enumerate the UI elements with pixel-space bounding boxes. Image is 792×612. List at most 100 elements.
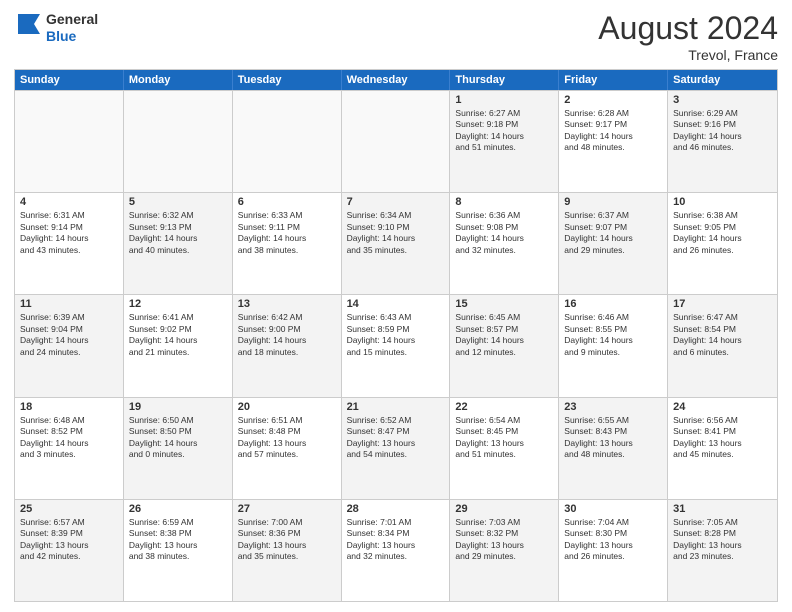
calendar-cell-5-3: 27Sunrise: 7:00 AM Sunset: 8:36 PM Dayli…	[233, 500, 342, 601]
calendar-cell-4-4: 21 Sunrise: 6:52 AM Sunset: 8:47 PM Dayli…	[342, 398, 451, 499]
calendar-body: 1 Sunrise: 6:27 AM Sunset: 9:18 PM Daylig…	[15, 90, 777, 601]
cell-info-1: Sunrise: 6:27 AM Sunset: 9:18 PM Dayligh…	[455, 108, 553, 154]
cell-info-23: Sunrise: 6:55 AM Sunset: 8:43 PM Dayligh…	[564, 415, 662, 461]
cell-info-12: Sunrise: 6:41 AM Sunset: 9:02 PM Dayligh…	[129, 312, 227, 358]
day-number-17: 17	[673, 298, 772, 310]
header-tuesday: Tuesday	[233, 70, 342, 90]
cell-info-2: Sunrise: 6:28 AM Sunset: 9:17 PM Dayligh…	[564, 108, 662, 154]
calendar-cell-3-3: 13 Sunrise: 6:42 AM Sunset: 9:00 PM Dayli…	[233, 295, 342, 396]
day-number-2: 2	[564, 94, 662, 106]
calendar-cell-5-6: 30 Sunrise: 7:04 AM Sunset: 8:30 PM Dayli…	[559, 500, 668, 601]
calendar-cell-3-1: 11 Sunrise: 6:39 AM Sunset: 9:04 PM Dayli…	[15, 295, 124, 396]
month-year: August 2024	[598, 10, 778, 47]
calendar-header: Sunday Monday Tuesday Wednesday Thursday…	[15, 70, 777, 90]
calendar-cell-3-2: 12 Sunrise: 6:41 AM Sunset: 9:02 PM Dayli…	[124, 295, 233, 396]
calendar-cell-1-6: 2 Sunrise: 6:28 AM Sunset: 9:17 PM Daylig…	[559, 91, 668, 192]
calendar-cell-3-4: 14Sunrise: 6:43 AM Sunset: 8:59 PM Dayli…	[342, 295, 451, 396]
cell-info-9: Sunrise: 6:37 AM Sunset: 9:07 PM Dayligh…	[564, 210, 662, 256]
header-saturday: Saturday	[668, 70, 777, 90]
calendar-row-3: 11 Sunrise: 6:39 AM Sunset: 9:04 PM Dayli…	[15, 294, 777, 396]
calendar-cell-1-2	[124, 91, 233, 192]
cell-info-17: Sunrise: 6:47 AM Sunset: 8:54 PM Dayligh…	[673, 312, 772, 358]
day-number-26: 26	[129, 503, 227, 515]
day-number-18: 18	[20, 401, 118, 413]
calendar-cell-2-1: 4Sunrise: 6:31 AM Sunset: 9:14 PM Daylig…	[15, 193, 124, 294]
day-number-6: 6	[238, 196, 336, 208]
logo-text-blue: Blue	[46, 28, 98, 45]
cell-info-13: Sunrise: 6:42 AM Sunset: 9:00 PM Dayligh…	[238, 312, 336, 358]
cell-info-19: Sunrise: 6:50 AM Sunset: 8:50 PM Dayligh…	[129, 415, 227, 461]
cell-info-11: Sunrise: 6:39 AM Sunset: 9:04 PM Dayligh…	[20, 312, 118, 358]
cell-info-5: Sunrise: 6:32 AM Sunset: 9:13 PM Dayligh…	[129, 210, 227, 256]
day-number-24: 24	[673, 401, 772, 413]
cell-info-8: Sunrise: 6:36 AM Sunset: 9:08 PM Dayligh…	[455, 210, 553, 256]
calendar-cell-5-4: 28Sunrise: 7:01 AM Sunset: 8:34 PM Dayli…	[342, 500, 451, 601]
calendar-row-5: 25Sunrise: 6:57 AM Sunset: 8:39 PM Dayli…	[15, 499, 777, 601]
day-number-20: 20	[238, 401, 336, 413]
day-number-12: 12	[129, 298, 227, 310]
cell-info-20: Sunrise: 6:51 AM Sunset: 8:48 PM Dayligh…	[238, 415, 336, 461]
calendar-cell-1-5: 1 Sunrise: 6:27 AM Sunset: 9:18 PM Daylig…	[450, 91, 559, 192]
header-wednesday: Wednesday	[342, 70, 451, 90]
cell-info-30: Sunrise: 7:04 AM Sunset: 8:30 PM Dayligh…	[564, 517, 662, 563]
cell-info-25: Sunrise: 6:57 AM Sunset: 8:39 PM Dayligh…	[20, 517, 118, 563]
day-number-19: 19	[129, 401, 227, 413]
calendar-cell-4-2: 19 Sunrise: 6:50 AM Sunset: 8:50 PM Dayli…	[124, 398, 233, 499]
title-block: August 2024 Trevol, France	[598, 10, 778, 63]
calendar-cell-3-7: 17 Sunrise: 6:47 AM Sunset: 8:54 PM Dayli…	[668, 295, 777, 396]
day-number-16: 16	[564, 298, 662, 310]
day-number-5: 5	[129, 196, 227, 208]
logo-icon	[14, 10, 44, 46]
calendar-cell-1-4	[342, 91, 451, 192]
day-number-11: 11	[20, 298, 118, 310]
calendar-cell-5-2: 26 Sunrise: 6:59 AM Sunset: 8:38 PM Dayli…	[124, 500, 233, 601]
day-number-15: 15	[455, 298, 553, 310]
calendar-cell-2-5: 8 Sunrise: 6:36 AM Sunset: 9:08 PM Daylig…	[450, 193, 559, 294]
calendar-cell-3-5: 15Sunrise: 6:45 AM Sunset: 8:57 PM Dayli…	[450, 295, 559, 396]
calendar-cell-2-6: 9 Sunrise: 6:37 AM Sunset: 9:07 PM Daylig…	[559, 193, 668, 294]
cell-info-26: Sunrise: 6:59 AM Sunset: 8:38 PM Dayligh…	[129, 517, 227, 563]
calendar-cell-1-7: 3Sunrise: 6:29 AM Sunset: 9:16 PM Daylig…	[668, 91, 777, 192]
header-friday: Friday	[559, 70, 668, 90]
cell-info-14: Sunrise: 6:43 AM Sunset: 8:59 PM Dayligh…	[347, 312, 445, 358]
cell-info-27: Sunrise: 7:00 AM Sunset: 8:36 PM Dayligh…	[238, 517, 336, 563]
day-number-7: 7	[347, 196, 445, 208]
header-monday: Monday	[124, 70, 233, 90]
calendar-row-1: 1 Sunrise: 6:27 AM Sunset: 9:18 PM Daylig…	[15, 90, 777, 192]
day-number-30: 30	[564, 503, 662, 515]
header: GeneralBlue August 2024 Trevol, France	[14, 10, 778, 63]
calendar-cell-2-4: 7 Sunrise: 6:34 AM Sunset: 9:10 PM Daylig…	[342, 193, 451, 294]
day-number-13: 13	[238, 298, 336, 310]
cell-info-7: Sunrise: 6:34 AM Sunset: 9:10 PM Dayligh…	[347, 210, 445, 256]
day-number-28: 28	[347, 503, 445, 515]
calendar-row-2: 4Sunrise: 6:31 AM Sunset: 9:14 PM Daylig…	[15, 192, 777, 294]
day-number-21: 21	[347, 401, 445, 413]
day-number-23: 23	[564, 401, 662, 413]
day-number-22: 22	[455, 401, 553, 413]
day-number-1: 1	[455, 94, 553, 106]
cell-info-29: Sunrise: 7:03 AM Sunset: 8:32 PM Dayligh…	[455, 517, 553, 563]
logo: GeneralBlue	[14, 10, 98, 46]
day-number-3: 3	[673, 94, 772, 106]
calendar-cell-1-3	[233, 91, 342, 192]
calendar-cell-4-5: 22 Sunrise: 6:54 AM Sunset: 8:45 PM Dayli…	[450, 398, 559, 499]
cell-info-10: Sunrise: 6:38 AM Sunset: 9:05 PM Dayligh…	[673, 210, 772, 256]
cell-info-21: Sunrise: 6:52 AM Sunset: 8:47 PM Dayligh…	[347, 415, 445, 461]
day-number-8: 8	[455, 196, 553, 208]
calendar-cell-2-3: 6Sunrise: 6:33 AM Sunset: 9:11 PM Daylig…	[233, 193, 342, 294]
calendar-cell-5-5: 29 Sunrise: 7:03 AM Sunset: 8:32 PM Dayli…	[450, 500, 559, 601]
cell-info-24: Sunrise: 6:56 AM Sunset: 8:41 PM Dayligh…	[673, 415, 772, 461]
calendar-cell-2-2: 5 Sunrise: 6:32 AM Sunset: 9:13 PM Daylig…	[124, 193, 233, 294]
calendar-cell-4-3: 20 Sunrise: 6:51 AM Sunset: 8:48 PM Dayli…	[233, 398, 342, 499]
cell-info-18: Sunrise: 6:48 AM Sunset: 8:52 PM Dayligh…	[20, 415, 118, 461]
cell-info-22: Sunrise: 6:54 AM Sunset: 8:45 PM Dayligh…	[455, 415, 553, 461]
calendar-cell-1-1	[15, 91, 124, 192]
calendar-cell-4-6: 23 Sunrise: 6:55 AM Sunset: 8:43 PM Dayli…	[559, 398, 668, 499]
day-number-9: 9	[564, 196, 662, 208]
day-number-29: 29	[455, 503, 553, 515]
calendar-cell-5-7: 31Sunrise: 7:05 AM Sunset: 8:28 PM Dayli…	[668, 500, 777, 601]
cell-info-16: Sunrise: 6:46 AM Sunset: 8:55 PM Dayligh…	[564, 312, 662, 358]
calendar-cell-4-1: 18 Sunrise: 6:48 AM Sunset: 8:52 PM Dayli…	[15, 398, 124, 499]
cell-info-31: Sunrise: 7:05 AM Sunset: 8:28 PM Dayligh…	[673, 517, 772, 563]
calendar-row-4: 18 Sunrise: 6:48 AM Sunset: 8:52 PM Dayli…	[15, 397, 777, 499]
